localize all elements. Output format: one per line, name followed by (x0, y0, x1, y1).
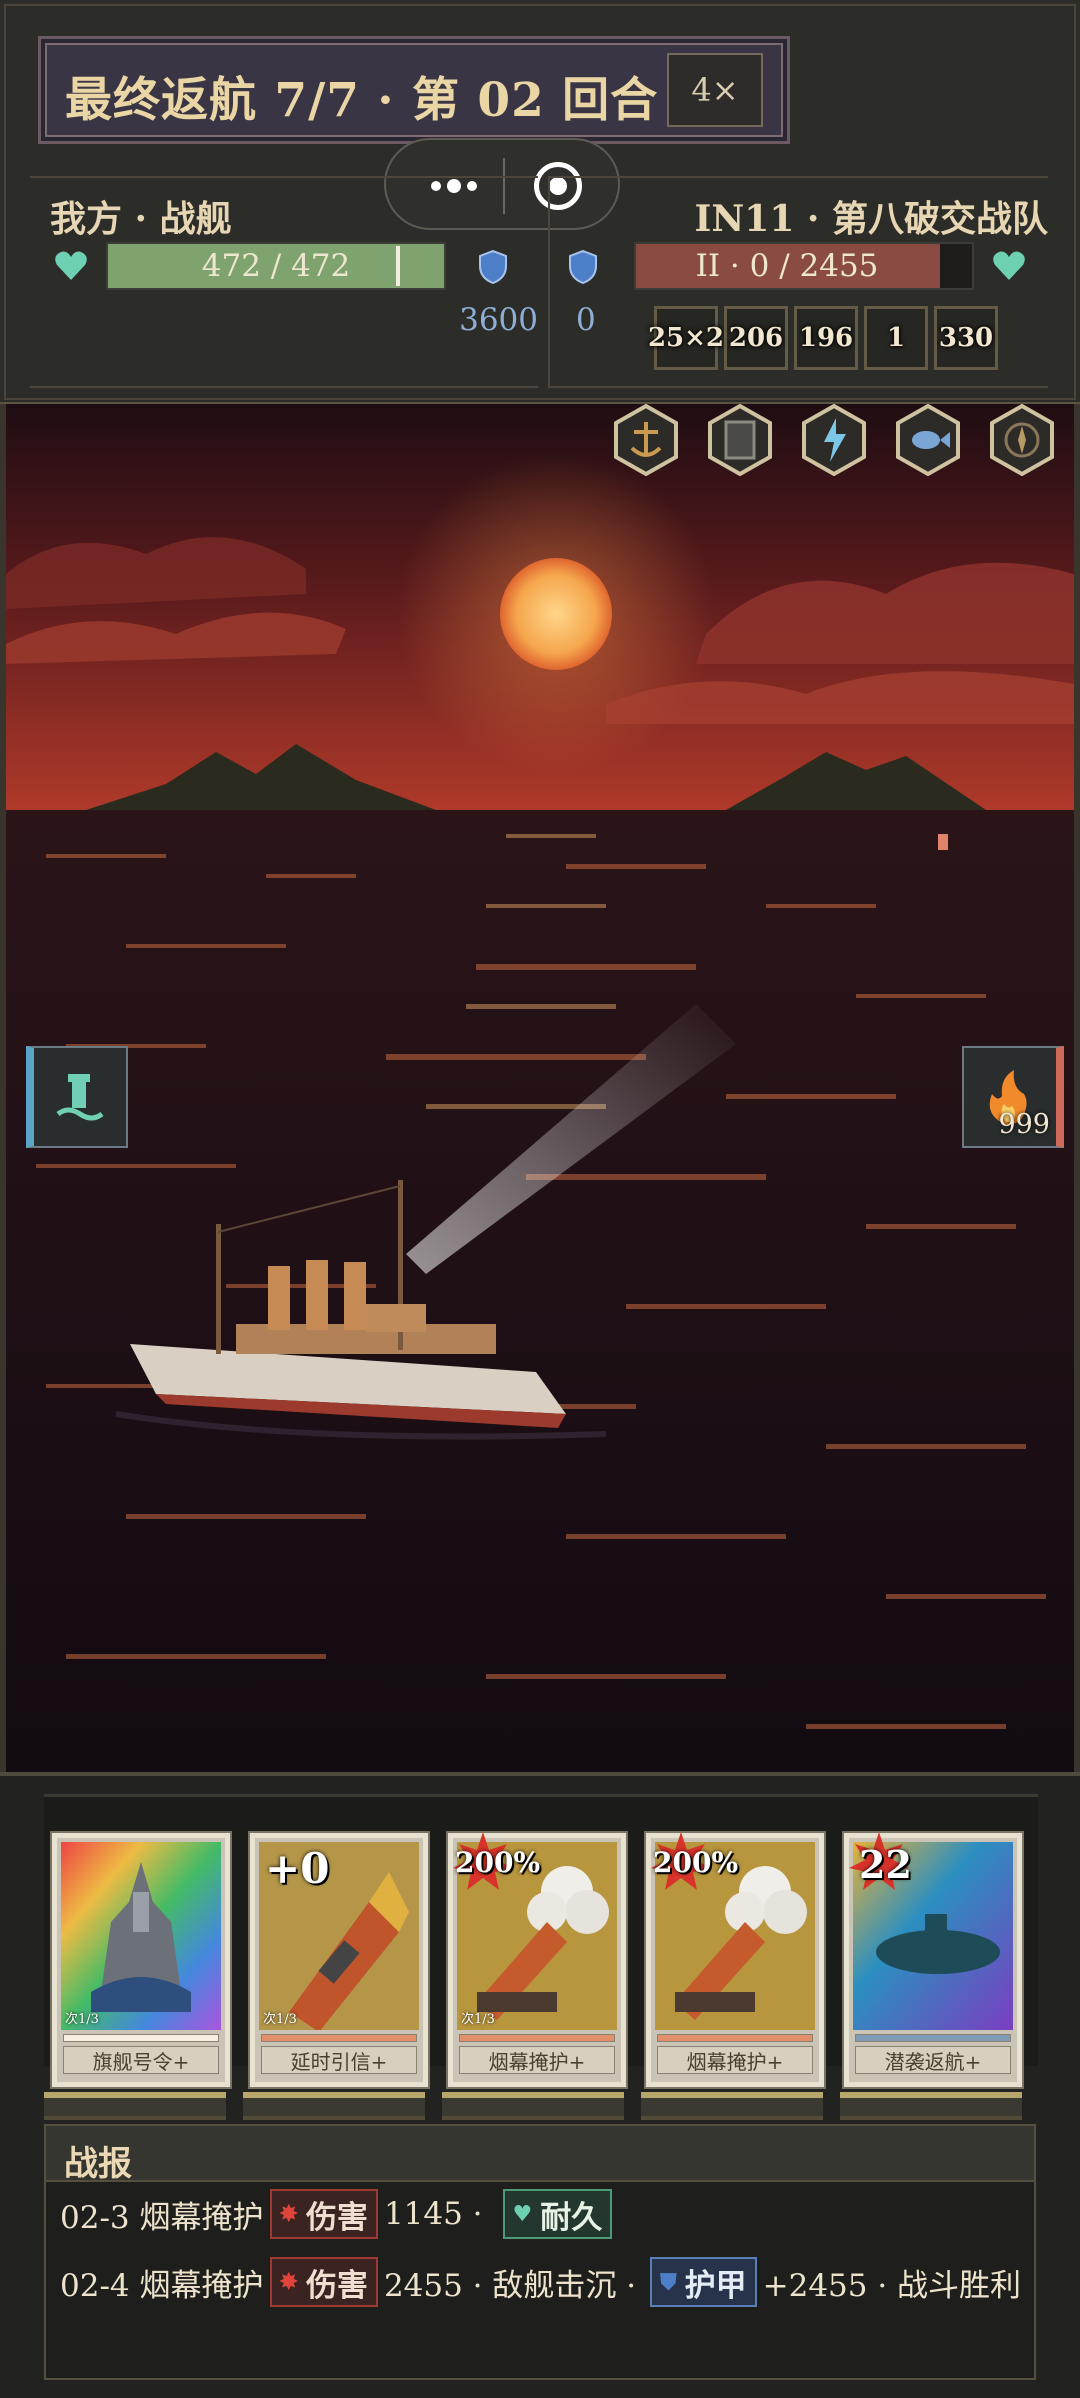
damage-tag: ✸ 伤害 (269, 2189, 378, 2239)
card-uses: 次1/3 (65, 2012, 99, 2027)
card-charge-strip (261, 2034, 417, 2042)
card-cost: 200% (653, 1846, 739, 1879)
card-uses: 次1/3 (461, 2012, 495, 2027)
enemy-intent-attack-icon[interactable]: 25×2 (648, 306, 724, 370)
shield-icon: ⛊ (660, 2269, 677, 2295)
log-entry: 02-3 烟幕掩护 ✸ 伤害 1145 · ♥ 耐久 (60, 2188, 618, 2240)
card-slot (641, 2092, 823, 2120)
durability-tag-label: 耐久 (540, 2199, 603, 2236)
player-status-panel: 我方 · 战舰 472 / 472 3600 (30, 176, 538, 388)
battle-log: 战报 02-3 烟幕掩护 ✸ 伤害 1145 · ♥ 耐久 02-4 烟幕掩护 ✸ 伤… (44, 2124, 1036, 2380)
player-armor-value: 3600 (459, 302, 538, 338)
enemy-name: IN11 · 第八破交战队 (694, 198, 1048, 240)
card-uses: 次1/3 (263, 2012, 297, 2027)
card-submarine-return[interactable]: 22 潜袭返航+ (844, 1832, 1022, 2087)
card-slot (44, 2092, 226, 2120)
hp-bar-cap (940, 244, 972, 288)
shield-icon (479, 250, 507, 284)
enemy-intent-damage-icon[interactable]: 206 (724, 306, 788, 370)
burst-icon: ✸ (279, 2201, 298, 2227)
shield-icon (569, 250, 597, 284)
card-smoke-screen[interactable]: 200% 次1/3 烟幕掩护+ (448, 1832, 626, 2087)
log-entry-prefix: 02-4 烟幕掩护 (60, 2267, 264, 2304)
sonar-buoy-icon[interactable] (26, 1046, 128, 1148)
enemy-intent-total-icon[interactable]: 330 (934, 306, 998, 370)
card-name: 旗舰号令+ (63, 2046, 219, 2074)
battle-log-header: 战报 (46, 2126, 1034, 2184)
log-entry-detail: 2455 · 敌舰击沉 · (383, 2267, 637, 2304)
card-cost: +0 (265, 1844, 330, 1893)
bottom-panel: 次1/3 旗舰号令+ +0 次1/3 延时引信+ 200% 次1/3 烟幕掩护+… (0, 1772, 1080, 2398)
armor-tag-label: 护甲 (684, 2267, 747, 2304)
card-name: 潜袭返航+ (855, 2046, 1011, 2074)
enemy-armor-value: 0 (576, 302, 596, 338)
damage-tag-label: 伤害 (305, 2267, 368, 2304)
card-hand: 次1/3 旗舰号令+ +0 次1/3 延时引信+ 200% 次1/3 烟幕掩护+… (44, 1794, 1038, 2087)
fish-relic-icon[interactable] (896, 404, 960, 476)
battle-scene: 999 (0, 404, 1080, 1772)
battle-title-banner: 最终返航 7/7 · 第 02 回合 4× (38, 36, 790, 144)
heart-icon (55, 251, 87, 280)
compass-relic-icon[interactable] (990, 404, 1054, 476)
log-entry-prefix: 02-3 烟幕掩护 (60, 2199, 264, 2236)
armor-plate-relic-icon[interactable] (708, 404, 772, 476)
card-cost: 200% (455, 1846, 541, 1879)
card-charge-strip (855, 2034, 1011, 2042)
card-slot (442, 2092, 624, 2120)
card-cost: 22 (859, 1842, 912, 1887)
speed-toggle-button[interactable]: 4× (667, 53, 763, 127)
battle-title: 最终返航 7/7 · 第 02 回合 (65, 73, 659, 128)
card-slot (243, 2092, 425, 2120)
battle-log-title: 战报 (64, 2144, 132, 2184)
player-hp-text: 472 / 472 (201, 248, 351, 284)
card-delayed-fuse[interactable]: +0 次1/3 延时引信+ (250, 1833, 428, 2087)
player-name: 我方 · 战舰 (50, 198, 232, 240)
card-name: 烟幕掩护+ (459, 2046, 615, 2074)
enemy-hp-text: II · 0 / 2455 (695, 248, 879, 284)
enemy-intent-shield-icon[interactable]: 196 (794, 306, 858, 370)
sea-sunset-background (6, 404, 1074, 1772)
card-flagship-command[interactable]: 次1/3 旗舰号令+ (52, 1833, 230, 2087)
enemy-intent-buff-icon[interactable]: 1 (864, 306, 928, 370)
log-entry-result: +2455 · 战斗胜利 (762, 2267, 1022, 2304)
log-entry-detail: 1145 · (383, 2196, 483, 2232)
card-name: 烟幕掩护+ (657, 2046, 813, 2074)
lightning-relic-icon[interactable] (802, 404, 866, 476)
damage-tag: ✸ 伤害 (269, 2257, 378, 2307)
durability-tag: ♥ 耐久 (502, 2189, 613, 2239)
armor-tag: ⛊ 护甲 (650, 2257, 757, 2307)
battleship-card-art (61, 1842, 221, 2030)
anchor-relic-icon[interactable] (614, 404, 678, 476)
heart-icon (993, 251, 1025, 280)
enemy-hp-bar: II · 0 / 2455 (634, 242, 974, 290)
card-charge-strip (459, 2034, 615, 2042)
card-charge-strip (657, 2034, 813, 2042)
card-smoke-screen[interactable]: 200% 烟幕掩护+ (646, 1832, 824, 2087)
log-entry: 02-4 烟幕掩护 ✸ 伤害 2455 · 敌舰击沉 · ⛊ 护甲 +2455 · … (60, 2256, 1021, 2308)
fire-status-icon[interactable]: 999 (962, 1046, 1064, 1148)
damage-tag-label: 伤害 (305, 2199, 368, 2236)
fire-status-value: 999 (998, 1109, 1050, 1140)
card-name: 延时引信+ (261, 2046, 417, 2074)
card-slot (840, 2092, 1022, 2120)
burst-icon: ✸ (279, 2269, 298, 2295)
player-hp-bar: 472 / 472 (106, 242, 446, 290)
heart-icon: ♥ (512, 2201, 533, 2227)
battle-hud: 最终返航 7/7 · 第 02 回合 4× 我方 · 战舰 472 / 472 … (0, 0, 1080, 404)
card-charge-strip (63, 2034, 219, 2042)
